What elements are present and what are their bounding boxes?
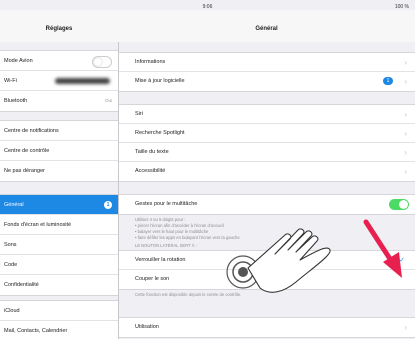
wifi-network-name-redacted [55,78,110,84]
main-group-multitask: Gestes pour le multitâche [119,194,415,215]
sidebar-item-label: Bluetooth [4,98,28,104]
main-group-side-switch: Verrouiller la rotation ✓ Couper le son [119,250,415,290]
main-group-features: Siri › Recherche Spotlight › Taille du t… [119,104,415,182]
chevron-right-icon: › [404,323,407,332]
sidebar-item-sounds[interactable]: Sons [0,235,118,255]
chevron-right-icon: › [404,110,407,119]
row-label: Mise à jour logicielle [135,78,185,84]
sidebar-group-notifications: Centre de notifications Centre de contrô… [0,120,118,182]
row-label: Siri [135,111,143,117]
row-accessibility[interactable]: Accessibilité › [119,162,415,181]
sidebar-group-general: Général 1 Fonds d'écran et luminosité So… [0,194,118,296]
sidebar-item-wifi[interactable]: Wi-Fi [0,71,118,91]
chevron-right-icon: › [404,77,407,86]
sidebar-item-privacy[interactable]: Confidentialité [0,275,118,295]
general-badge: 1 [104,201,112,209]
sidebar-item-label: Centre de contrôle [4,148,50,154]
sidebar-item-label: Wi-Fi [4,78,17,84]
multitask-footer: Utilisez 4 ou 5 doigts pour : • pincer l… [135,217,240,240]
sidebar-item-notification-center[interactable]: Centre de notifications [0,121,118,141]
sidebar-item-label: Code [4,262,18,268]
row-label: Taille du texte [135,149,169,155]
sidebar-item-mail-contacts-calendar[interactable]: Mail, Contacts, Calendrier [0,321,118,339]
sidebar-item-wallpaper[interactable]: Fonds d'écran et luminosité [0,215,118,235]
checkmark-icon: ✓ [399,257,405,264]
row-usage[interactable]: Utilisation › [119,318,415,337]
main-group-about: Informations › Mise à jour logicielle 1 … [119,52,415,92]
side-switch-header: LE BOUTON LATÉRAL SERT À : [135,243,197,248]
sidebar-item-label: Général [4,202,24,208]
row-mute[interactable]: Couper le son [119,270,415,289]
row-label: Verrouiller la rotation [135,257,186,263]
sidebar-item-label: Confidentialité [4,282,39,288]
chevron-right-icon: › [404,148,407,157]
sidebar-item-label: Mode Avion [4,58,33,64]
sidebar-item-label: iCloud [4,308,20,314]
sidebar-item-passcode[interactable]: Code [0,255,118,275]
airplane-mode-toggle[interactable] [92,56,112,68]
page-title: Général [255,26,278,32]
row-text-size[interactable]: Taille du texte › [119,143,415,162]
settings-screen: 9:06 100 % Réglages Général Mode Avion W… [0,0,415,339]
sidebar-item-icloud[interactable]: iCloud [0,301,118,321]
sidebar-group-accounts: iCloud Mail, Contacts, Calendrier [0,300,118,339]
chevron-right-icon: › [404,167,407,176]
row-spotlight-search[interactable]: Recherche Spotlight › [119,124,415,143]
sidebar-item-label: Ne pas déranger [4,168,45,174]
main-panel: Informations › Mise à jour logicielle 1 … [119,42,415,339]
sidebar-group-connectivity: Mode Avion Wi-Fi Bluetooth Oui [0,50,118,112]
row-software-update[interactable]: Mise à jour logicielle 1 › [119,72,415,91]
sidebar-title: Réglages [45,26,73,32]
side-switch-footer: Cette fonction est disponible depuis le … [135,292,242,297]
sidebar-item-control-center[interactable]: Centre de contrôle [0,141,118,161]
sidebar: Mode Avion Wi-Fi Bluetooth Oui Centre de… [0,42,119,339]
sidebar-item-bluetooth[interactable]: Bluetooth Oui [0,91,118,111]
chevron-right-icon: › [404,129,407,138]
sidebar-nav-bar: Réglages [0,10,118,43]
sidebar-item-airplane-mode[interactable]: Mode Avion [0,51,118,71]
multitask-gestures-toggle[interactable] [389,199,409,210]
row-label: Couper le son [135,276,170,282]
sidebar-item-general[interactable]: Général 1 [0,195,118,215]
sidebar-item-label: Mail, Contacts, Calendrier [4,328,68,334]
row-label: Recherche Spotlight [135,130,185,136]
sidebar-item-label: Fonds d'écran et luminosité [4,222,72,228]
sidebar-item-label: Sons [4,242,17,248]
row-label: Informations [135,59,166,65]
row-siri[interactable]: Siri › [119,105,415,124]
bluetooth-value: Oui [104,98,112,103]
row-information[interactable]: Informations › [119,53,415,72]
sidebar-item-do-not-disturb[interactable]: Ne pas déranger [0,161,118,181]
row-multitask-gestures[interactable]: Gestes pour le multitâche [119,195,415,214]
row-label: Gestes pour le multitâche [135,201,198,207]
sidebar-item-label: Centre de notifications [4,128,59,134]
update-badge: 1 [383,77,393,85]
main-nav-bar: Général [118,10,415,43]
row-label: Utilisation [135,324,159,330]
main-group-usage: Utilisation › [119,317,415,338]
row-lock-rotation[interactable]: Verrouiller la rotation ✓ [119,251,415,270]
chevron-right-icon: › [404,58,407,67]
row-label: Accessibilité [135,168,166,174]
